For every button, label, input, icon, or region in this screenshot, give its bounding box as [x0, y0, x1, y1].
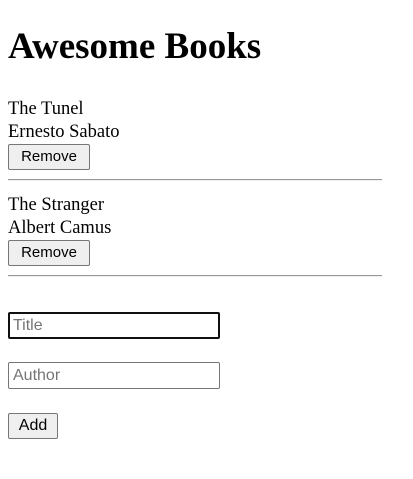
book-author: Ernesto Sabato — [8, 122, 120, 142]
remove-book-button[interactable]: Remove — [8, 144, 90, 170]
book-divider — [8, 179, 382, 181]
book-title: The Tunel — [8, 99, 84, 119]
book-item: The Tunel Ernesto Sabato Remove — [8, 98, 382, 170]
add-book-button[interactable]: Add — [8, 413, 58, 439]
remove-book-button[interactable]: Remove — [8, 240, 90, 266]
book-item: The Stranger Albert Camus Remove — [8, 194, 382, 266]
page-title: Awesome Books — [8, 26, 262, 67]
author-input[interactable] — [8, 362, 220, 389]
book-title: The Stranger — [8, 195, 105, 215]
title-input[interactable] — [8, 312, 220, 339]
book-author: Albert Camus — [8, 218, 112, 238]
book-divider — [8, 275, 382, 277]
